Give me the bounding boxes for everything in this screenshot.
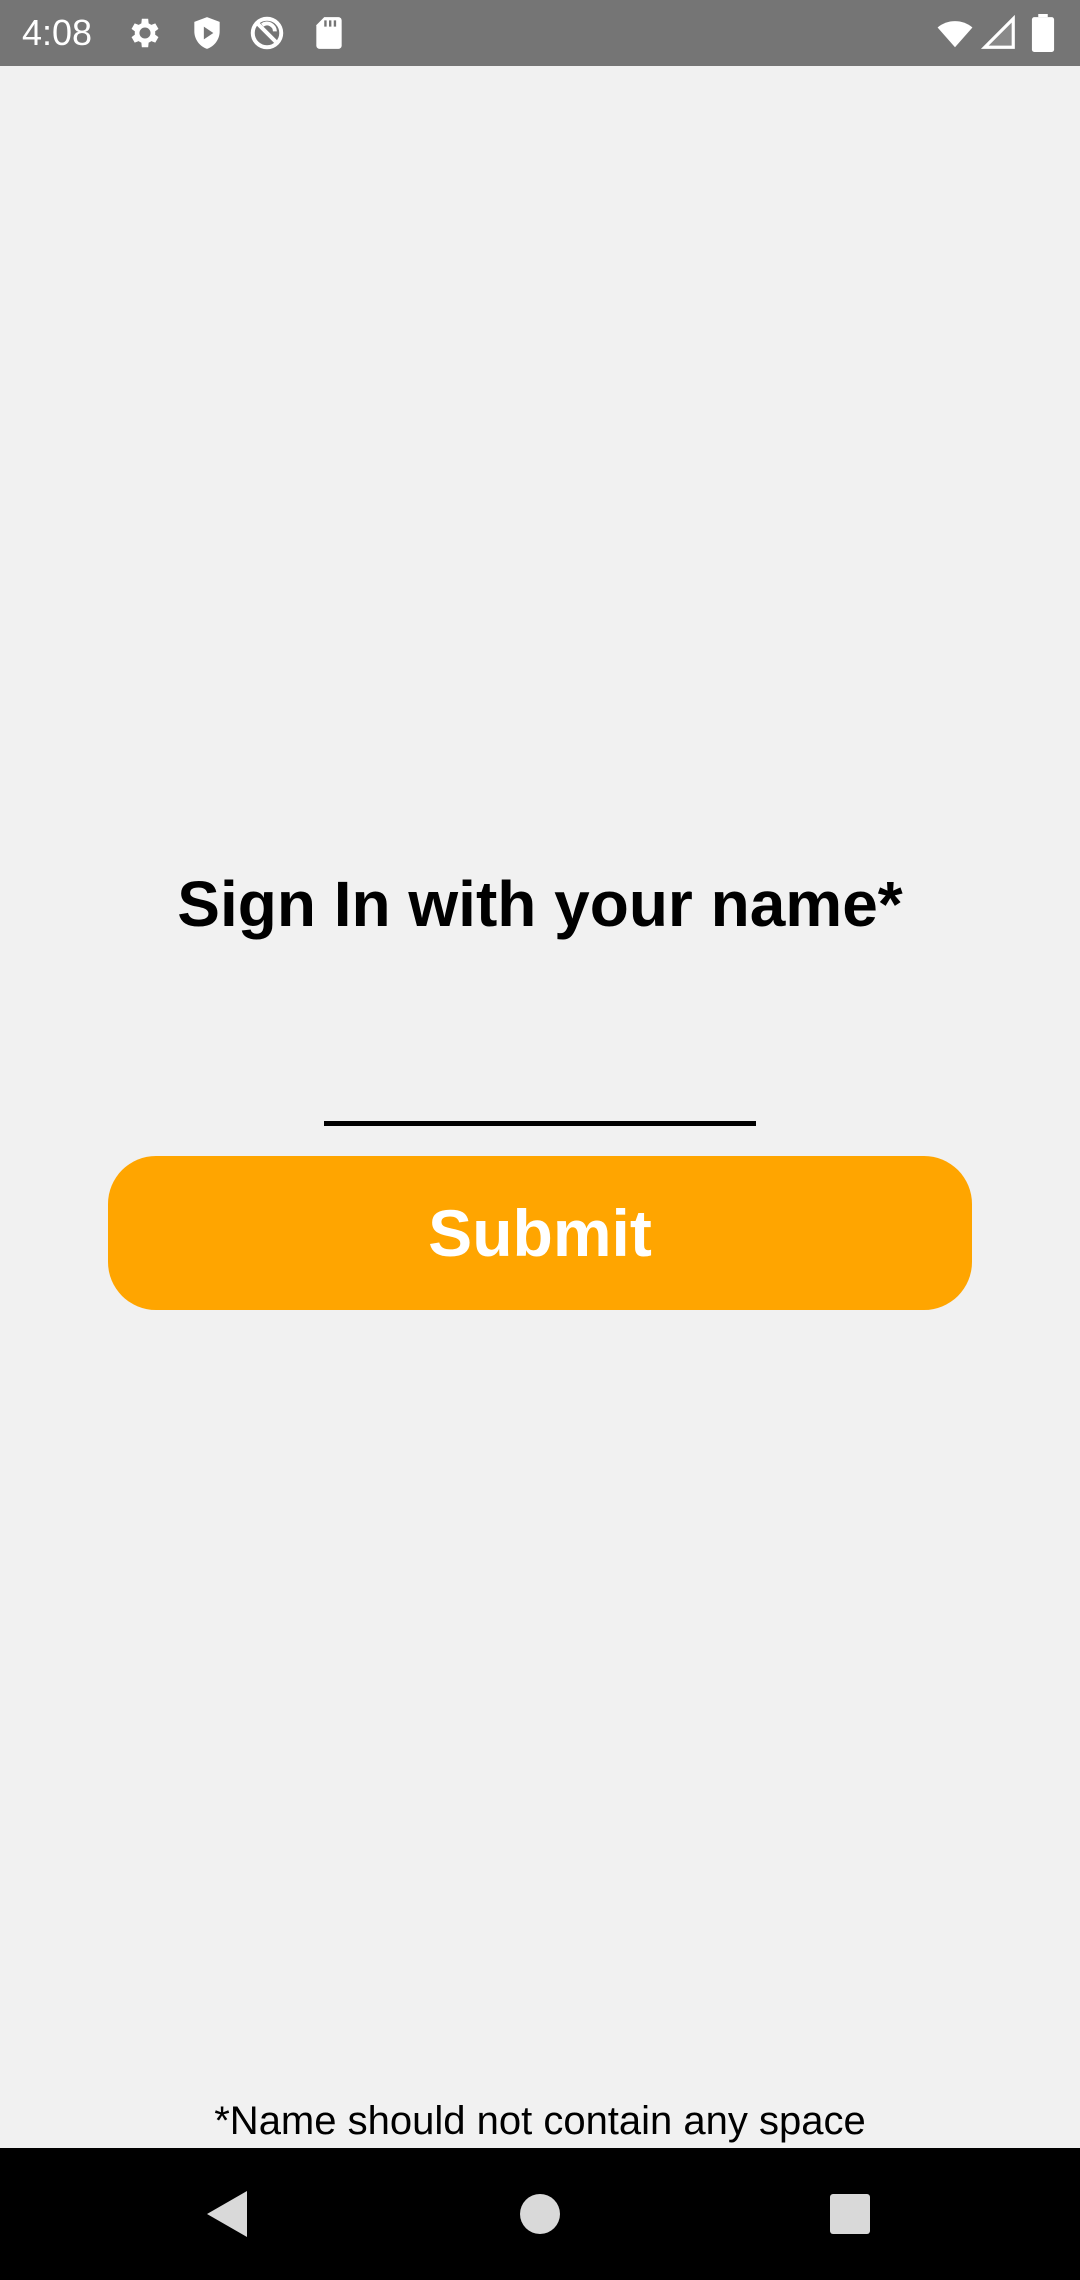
page-title: Sign In with your name* — [177, 868, 903, 940]
wifi-icon — [936, 14, 974, 52]
gear-icon — [126, 14, 164, 52]
status-time: 4:08 — [22, 12, 93, 53]
back-icon[interactable] — [190, 2178, 262, 2250]
play-protect-icon — [188, 14, 226, 52]
home-icon[interactable] — [504, 2178, 576, 2250]
recents-icon[interactable] — [814, 2178, 886, 2250]
navigation-bar — [0, 2148, 1080, 2280]
submit-button[interactable]: Submit — [108, 1156, 972, 1310]
no-sync-icon — [248, 14, 286, 52]
status-bar: 4:08 — [0, 0, 1080, 66]
name-requirement-note: *Name should not contain any space — [214, 2099, 866, 2143]
sign-in-screen: Sign In with your name* Submit *Name sho… — [0, 66, 1080, 2148]
signal-icon — [980, 14, 1018, 52]
name-input[interactable] — [324, 1056, 756, 1126]
battery-icon — [1030, 14, 1056, 52]
sd-card-icon — [310, 14, 348, 52]
